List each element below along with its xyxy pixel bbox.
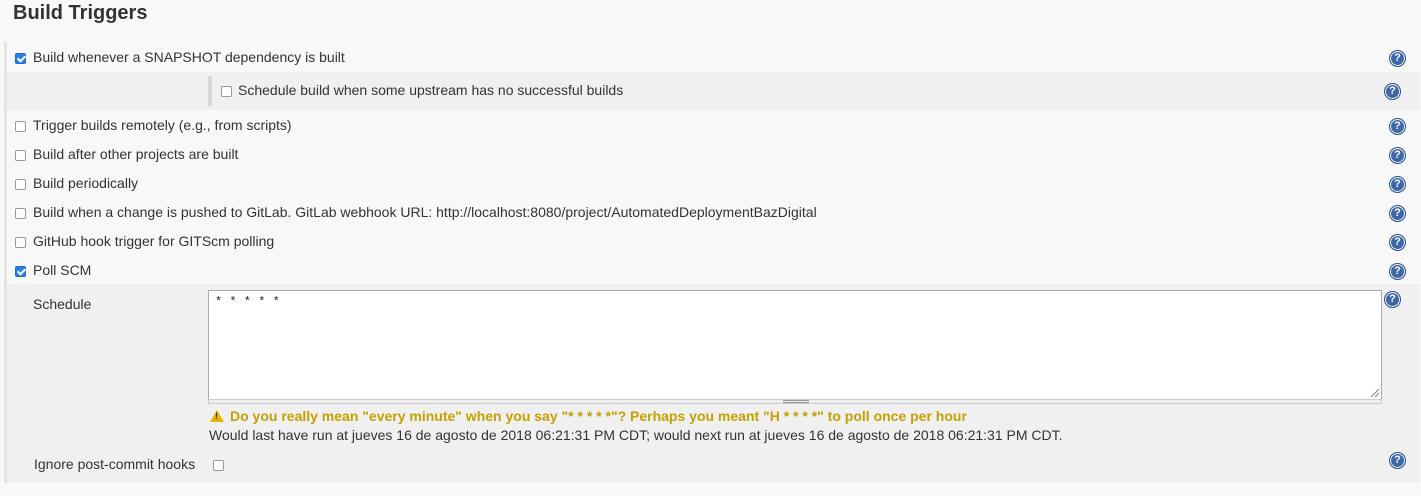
help-icon[interactable]: ? bbox=[1389, 118, 1406, 135]
help-icon[interactable]: ? bbox=[1389, 234, 1406, 251]
trigger-row-gitlab: Build when a change is pushed to GitLab.… bbox=[7, 197, 1420, 226]
snapshot-dependency-label: Build whenever a SNAPSHOT dependency is … bbox=[33, 49, 345, 65]
help-icon[interactable]: ? bbox=[1384, 291, 1401, 308]
poll-scm-checkbox[interactable] bbox=[15, 266, 26, 277]
ignore-post-commit-checkbox[interactable] bbox=[213, 460, 224, 471]
schedule-textarea[interactable]: * * * * * bbox=[208, 290, 1382, 400]
trigger-row-periodic: Build periodically ? bbox=[7, 168, 1420, 197]
ignore-post-commit-label: Ignore post-commit hooks bbox=[34, 456, 196, 472]
resize-grip[interactable] bbox=[1371, 389, 1379, 397]
nested-indicator bbox=[208, 76, 212, 106]
trigger-row-snapshot: Build whenever a SNAPSHOT dependency is … bbox=[7, 42, 1420, 72]
schedule-warning: Do you really mean "every minute" when y… bbox=[210, 408, 967, 424]
build-after-other-label: Build after other projects are built bbox=[33, 146, 239, 162]
upstream-no-success-checkbox[interactable] bbox=[221, 86, 232, 97]
help-icon[interactable]: ? bbox=[1384, 83, 1401, 100]
poll-scm-label: Poll SCM bbox=[33, 262, 92, 278]
build-triggers-title: Build Triggers bbox=[13, 2, 148, 24]
build-triggers-section: Build whenever a SNAPSHOT dependency is … bbox=[4, 42, 1420, 483]
textarea-drag-handle[interactable] bbox=[208, 399, 1382, 404]
trigger-remotely-checkbox[interactable] bbox=[15, 121, 26, 132]
schedule-label: Schedule bbox=[33, 296, 92, 312]
help-icon[interactable]: ? bbox=[1389, 263, 1406, 280]
trigger-row-after-other: Build after other projects are built ? bbox=[7, 139, 1420, 168]
build-after-other-checkbox[interactable] bbox=[15, 150, 26, 161]
trigger-row-upstream: Schedule build when some upstream has no… bbox=[7, 72, 1420, 110]
help-icon[interactable]: ? bbox=[1389, 50, 1406, 67]
upstream-no-success-label: Schedule build when some upstream has no… bbox=[238, 82, 624, 98]
schedule-info: Would last have run at jueves 16 de agos… bbox=[209, 427, 1063, 443]
build-periodically-checkbox[interactable] bbox=[15, 179, 26, 190]
schedule-value: * * * * * bbox=[215, 295, 280, 309]
snapshot-dependency-checkbox[interactable] bbox=[15, 53, 26, 64]
github-hook-checkbox[interactable] bbox=[15, 237, 26, 248]
gitlab-push-checkbox[interactable] bbox=[15, 208, 26, 219]
trigger-row-poll-scm: Poll SCM ? bbox=[7, 255, 1420, 284]
warning-icon bbox=[210, 410, 224, 422]
build-periodically-label: Build periodically bbox=[33, 175, 139, 191]
trigger-row-remote: Trigger builds remotely (e.g., from scri… bbox=[7, 110, 1420, 139]
help-icon[interactable]: ? bbox=[1389, 176, 1406, 193]
help-icon[interactable]: ? bbox=[1389, 205, 1406, 222]
trigger-remotely-label: Trigger builds remotely (e.g., from scri… bbox=[33, 117, 292, 133]
trigger-row-github: GitHub hook trigger for GITScm polling ? bbox=[7, 226, 1420, 255]
help-icon[interactable]: ? bbox=[1389, 147, 1406, 164]
gitlab-push-label: Build when a change is pushed to GitLab.… bbox=[33, 204, 817, 220]
help-icon[interactable]: ? bbox=[1389, 452, 1406, 469]
github-hook-label: GitHub hook trigger for GITScm polling bbox=[33, 233, 275, 249]
schedule-warning-text: Do you really mean "every minute" when y… bbox=[230, 408, 967, 424]
